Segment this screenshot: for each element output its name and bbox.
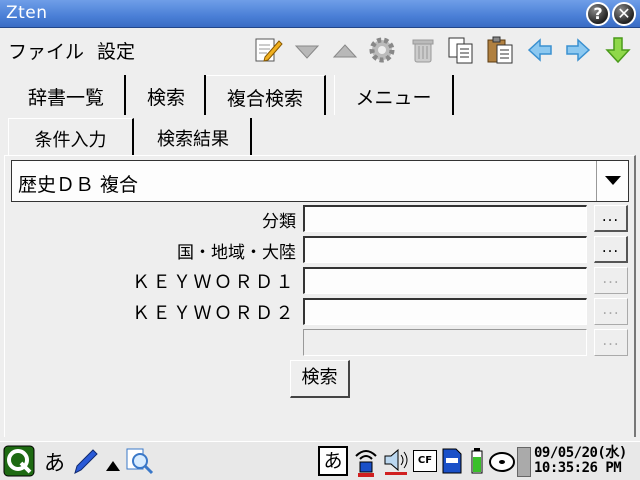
forward-arrow-icon[interactable] (563, 35, 593, 65)
clock-date: 09/05/20(水) (534, 445, 627, 461)
keyword2-label: ＫＥＹＷＯＲＤ２ (132, 303, 296, 324)
sd-card-icon[interactable] (441, 447, 463, 475)
region-field[interactable] (303, 236, 587, 263)
clock[interactable]: 09/05/20(水) 10:35:26 PM (534, 446, 627, 476)
qtopia-start-icon[interactable] (3, 445, 35, 477)
tab-condition-input[interactable]: 条件入力 (8, 118, 134, 156)
keyword1-field[interactable] (303, 267, 587, 294)
region-label: 国・地域・大陸 (177, 243, 296, 263)
main-tabs: 辞書一覧 検索 複合検索 メニュー (8, 75, 468, 115)
category-field[interactable] (303, 205, 587, 232)
memory-indicator (517, 447, 531, 477)
wireless-icon[interactable] (353, 444, 379, 478)
magnifier-icon[interactable] (124, 446, 154, 476)
tab-compound-search[interactable]: 複合検索 (206, 75, 326, 115)
window-title: Zten (6, 3, 48, 23)
tab-search[interactable]: 検索 (128, 75, 206, 115)
cf-card-indicator[interactable]: CF (413, 450, 437, 472)
clock-time: 10:35:26 PM (534, 460, 622, 476)
up-triangle-icon[interactable] (330, 35, 360, 65)
menu-settings[interactable]: 設定 (97, 37, 135, 64)
close-button[interactable]: ✕ (612, 2, 636, 26)
category-label: 分類 (262, 212, 296, 232)
battery-icon (470, 447, 484, 475)
input-mode-indicator[interactable]: あ (44, 447, 65, 477)
ime-indicator[interactable]: あ (318, 446, 348, 476)
volume-icon[interactable] (382, 446, 410, 476)
down-triangle-icon[interactable] (292, 35, 322, 65)
dictionary-select-value: 歴史ＤＢ 複合 (18, 174, 139, 196)
keyword1-label: ＫＥＹＷＯＲＤ１ (132, 272, 296, 293)
extra-browse-button: ... (594, 329, 628, 356)
pen-icon[interactable] (71, 447, 99, 475)
dictionary-select[interactable]: 歴史ＤＢ 複合 (11, 160, 629, 202)
region-browse-button[interactable]: ... (594, 236, 628, 263)
copy-icon[interactable] (446, 35, 476, 65)
extra-field (303, 329, 587, 356)
edit-icon[interactable] (253, 35, 283, 65)
keyword1-browse-button[interactable]: ... (594, 267, 628, 294)
back-arrow-icon[interactable] (525, 35, 555, 65)
menu-file[interactable]: ファイル (8, 37, 84, 64)
menu-bar: ファイル 設定 (0, 29, 640, 71)
keyword2-browse-button[interactable]: ... (594, 298, 628, 325)
taskbar: あ あ CF 09/05/20(水) 10:35:26 PM (0, 441, 640, 480)
dropdown-button[interactable] (596, 161, 628, 201)
tab-menu[interactable]: メニュー (334, 75, 454, 115)
keyword2-field[interactable] (303, 298, 587, 325)
trash-icon[interactable] (408, 35, 438, 65)
tab-dictionary-list[interactable]: 辞書一覧 (8, 75, 126, 115)
title-bar: Zten ? ✕ (0, 0, 640, 28)
paste-icon[interactable] (485, 35, 515, 65)
disk-icon[interactable] (488, 450, 516, 474)
help-button[interactable]: ? (586, 2, 610, 26)
download-arrow-icon[interactable] (603, 35, 633, 65)
sub-tabs: 条件入力 検索結果 (8, 118, 268, 156)
category-browse-button[interactable]: ... (594, 205, 628, 232)
chevron-down-icon (605, 176, 621, 185)
up-triangle-icon[interactable] (106, 456, 120, 471)
gear-icon[interactable] (367, 35, 397, 65)
search-button[interactable]: 検索 (290, 360, 350, 398)
tab-search-results[interactable]: 検索結果 (136, 118, 252, 156)
